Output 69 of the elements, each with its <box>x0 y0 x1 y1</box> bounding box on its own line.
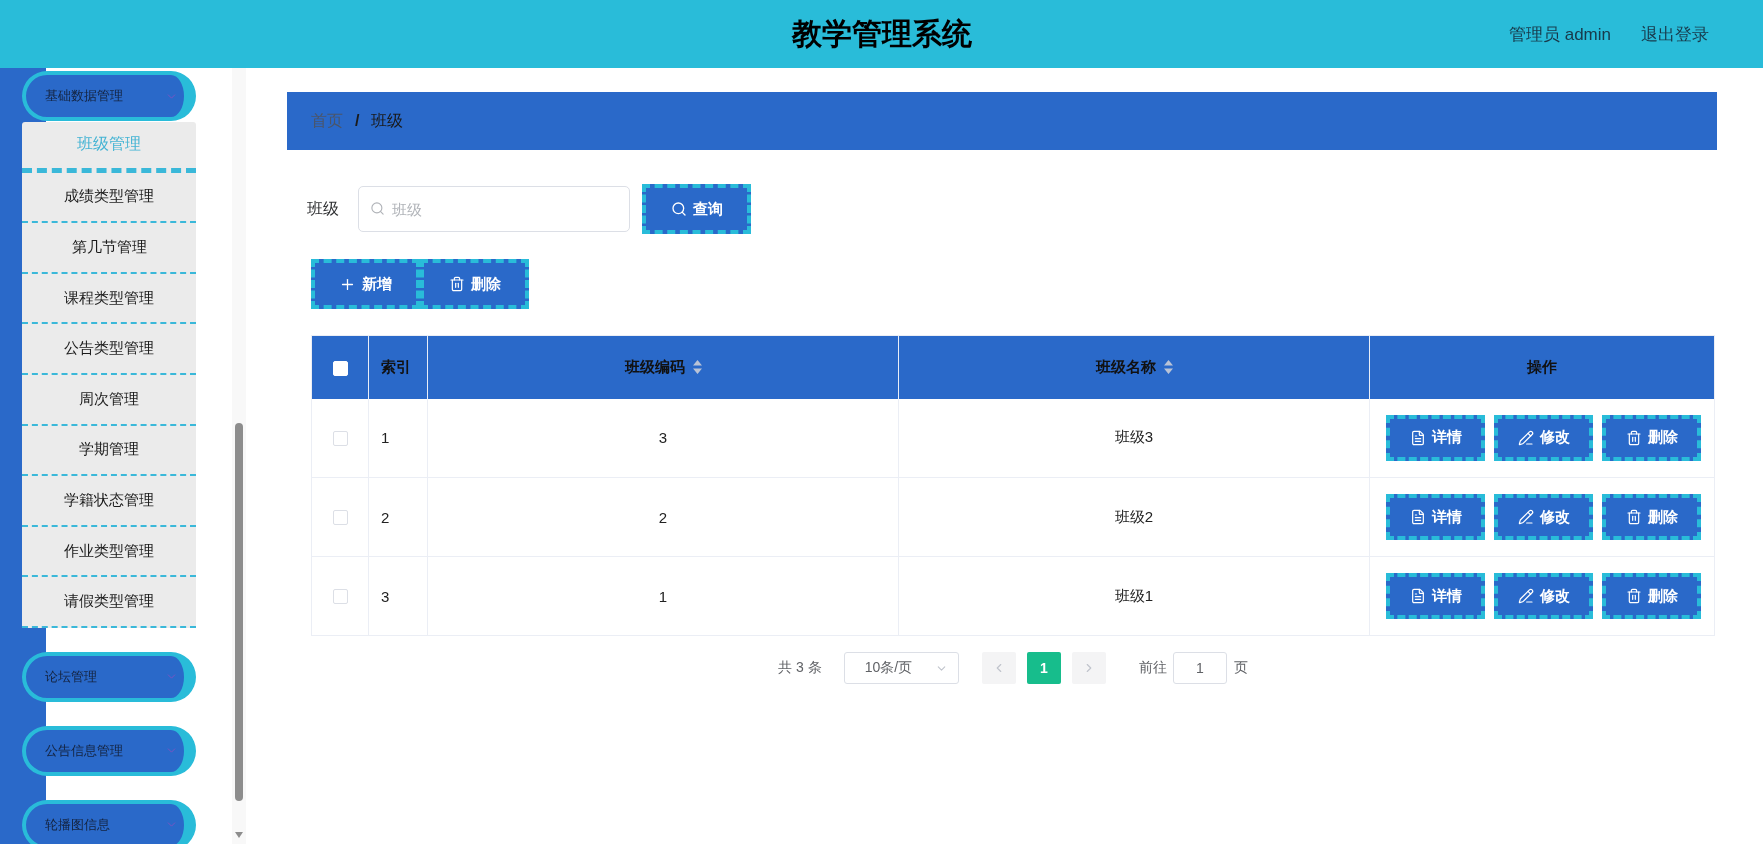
search-icon <box>370 201 385 216</box>
menu-group-button[interactable]: 基础数据管理 <box>22 71 196 121</box>
trash-icon <box>1625 509 1642 525</box>
breadcrumb-item: 班级 <box>371 110 404 131</box>
sort-icon[interactable] <box>1163 360 1173 375</box>
document-icon <box>1409 429 1426 446</box>
delete-button[interactable]: 删除 <box>1602 414 1701 461</box>
edit-button[interactable]: 修改 <box>1494 414 1593 461</box>
detail-button[interactable]: 详情 <box>1386 573 1485 619</box>
table-cell: 3 <box>427 398 899 478</box>
page-size-select[interactable]: 10条/页 <box>843 652 959 684</box>
app-title: 教学管理系统 <box>791 15 972 52</box>
search-field[interactable]: 班级 <box>358 186 630 232</box>
menu-group-button[interactable]: 论坛管理 <box>22 651 196 702</box>
submenu-item[interactable]: 周次管理 <box>22 374 196 426</box>
trash-icon <box>1625 588 1642 604</box>
menu-group-button[interactable]: 轮播图信息 <box>22 799 196 844</box>
submenu-item[interactable]: 公告类型管理 <box>22 324 196 375</box>
breadcrumb-separator: / <box>355 112 360 130</box>
submenu-item[interactable]: 作业类型管理 <box>22 526 196 578</box>
menu-group-button[interactable]: 公告信息管理 <box>22 725 196 776</box>
page-number-input[interactable]: 1 <box>1172 652 1227 684</box>
table-cell: 2 <box>368 477 428 557</box>
goto-label: 前往 <box>1138 659 1167 677</box>
total-count: 共 3 条 <box>778 659 822 677</box>
sort-icon[interactable] <box>692 360 702 375</box>
delete-button[interactable]: 删除 <box>1602 494 1701 540</box>
checkbox[interactable] <box>332 431 348 446</box>
search-label: 班级 <box>307 198 339 219</box>
checkbox[interactable] <box>332 589 348 605</box>
trash-icon <box>1625 429 1642 446</box>
scrollbar-thumb[interactable] <box>235 423 243 801</box>
table-cell: 班级1 <box>898 556 1370 636</box>
submenu-item[interactable]: 请假类型管理 <box>22 577 196 628</box>
pencil-icon <box>1517 429 1534 446</box>
delete-button[interactable]: 删除 <box>420 259 529 309</box>
pencil-icon <box>1517 588 1534 604</box>
submenu-item[interactable]: 成绩类型管理 <box>22 172 196 224</box>
detail-button[interactable]: 详情 <box>1386 494 1485 540</box>
submenu-item[interactable]: 学籍状态管理 <box>22 476 196 527</box>
delete-button[interactable]: 删除 <box>1602 573 1701 619</box>
search-button[interactable]: 查询 <box>642 184 751 234</box>
table-cell: 1 <box>368 398 428 478</box>
document-icon <box>1409 509 1426 525</box>
search-icon <box>670 201 687 217</box>
table-cell: 班级3 <box>898 398 1370 478</box>
table-cell: 班级2 <box>898 477 1370 557</box>
submenu-item[interactable]: 课程类型管理 <box>22 273 196 325</box>
table-cell: 1 <box>427 556 899 636</box>
pencil-icon <box>1517 509 1534 525</box>
column-header: 班级编码 <box>624 357 685 377</box>
document-icon <box>1409 588 1426 604</box>
add-button[interactable]: 新增 <box>311 259 420 309</box>
page-suffix: 页 <box>1233 659 1248 677</box>
submenu-item[interactable]: 第几节管理 <box>22 223 196 274</box>
column-header: 操作 <box>1527 357 1557 377</box>
column-header: 班级名称 <box>1095 357 1156 377</box>
checkbox[interactable] <box>332 510 348 526</box>
trash-icon <box>448 276 465 292</box>
scroll-down-arrow-icon[interactable] <box>235 832 243 838</box>
user-name: 管理员 admin <box>1508 23 1611 46</box>
detail-button[interactable]: 详情 <box>1386 414 1485 461</box>
column-header: 索引 <box>381 357 411 377</box>
table-cell: 3 <box>368 556 428 636</box>
edit-button[interactable]: 修改 <box>1494 573 1593 619</box>
table-cell: 2 <box>427 477 899 557</box>
edit-button[interactable]: 修改 <box>1494 494 1593 540</box>
submenu-item[interactable]: 学期管理 <box>22 425 196 477</box>
logout-link[interactable]: 退出登录 <box>1641 22 1709 46</box>
